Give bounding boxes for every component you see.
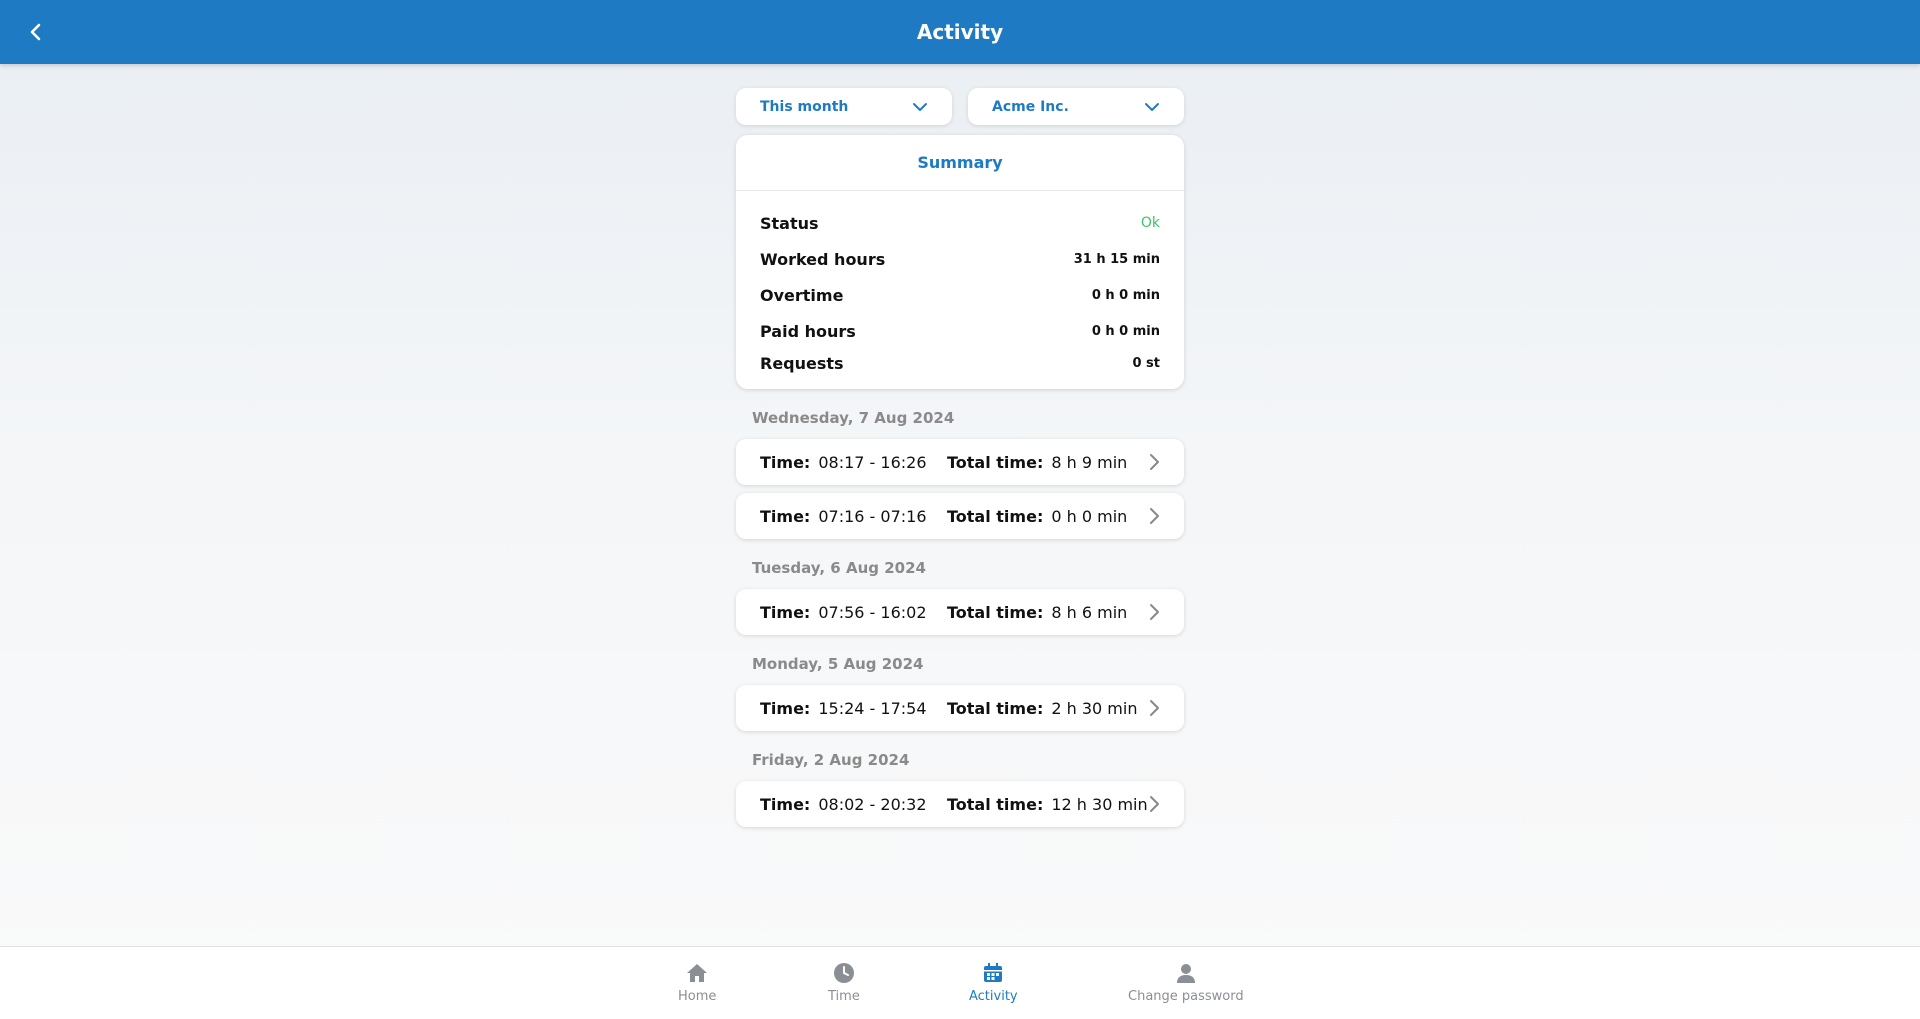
status-value: Ok xyxy=(1140,215,1160,231)
back-button[interactable] xyxy=(20,16,52,48)
time-range: 07:56 - 16:02 xyxy=(818,602,927,622)
total-time-value: 0 h 0 min xyxy=(1051,506,1128,526)
chevron-down-icon xyxy=(1145,102,1159,111)
day-heading: Tuesday, 6 Aug 2024 xyxy=(752,559,926,577)
period-select-value: This month xyxy=(760,98,849,115)
summary-value: 31 h 15 min xyxy=(1073,251,1160,267)
time-entry[interactable]: Time: 07:16 - 07:16 Total time: 0 h 0 min xyxy=(736,493,1184,539)
period-select[interactable]: This month xyxy=(736,88,952,125)
summary-value: 0 h 0 min xyxy=(1091,287,1160,303)
nav-label: Activity xyxy=(969,989,1018,1004)
total-time-label: Total time: xyxy=(947,452,1044,472)
total-time-value: 2 h 30 min xyxy=(1051,698,1138,718)
calendar-icon xyxy=(984,963,1003,982)
company-select[interactable]: Acme Inc. xyxy=(968,88,1184,125)
chevron-right-icon xyxy=(1150,454,1159,470)
time-range: 15:24 - 17:54 xyxy=(818,698,927,718)
nav-label: Home xyxy=(678,989,717,1004)
bottom-nav: Home Time Activity Change password xyxy=(0,946,1920,1019)
time-label: Time: xyxy=(760,794,811,814)
total-time-value: 8 h 6 min xyxy=(1051,602,1128,622)
time-entry[interactable]: Time: 07:56 - 16:02 Total time: 8 h 6 min xyxy=(736,589,1184,635)
summary-row-status: Status Ok xyxy=(760,205,1160,241)
time-label: Time: xyxy=(760,602,811,622)
time-entry[interactable]: Time: 08:17 - 16:26 Total time: 8 h 9 min xyxy=(736,439,1184,485)
total-time-label: Total time: xyxy=(947,602,1044,622)
time-entry[interactable]: Time: 15:24 - 17:54 Total time: 2 h 30 min xyxy=(736,685,1184,731)
total-time-label: Total time: xyxy=(947,794,1044,814)
summary-row-worked-hours: Worked hours 31 h 15 min xyxy=(760,241,1160,277)
home-icon xyxy=(687,964,708,982)
summary-title: Summary xyxy=(917,153,1003,172)
summary-label: Worked hours xyxy=(760,249,886,269)
user-icon xyxy=(1176,964,1195,983)
time-label: Time: xyxy=(760,506,811,526)
summary-row-overtime: Overtime 0 h 0 min xyxy=(760,277,1160,313)
time-label: Time: xyxy=(760,452,811,472)
summary-body: Status Ok Worked hours 31 h 15 min Overt… xyxy=(736,191,1184,389)
summary-card: Summary Status Ok Worked hours 31 h 15 m… xyxy=(736,135,1184,389)
app-header: Activity xyxy=(0,0,1920,64)
day-heading: Monday, 5 Aug 2024 xyxy=(752,655,924,673)
nav-change-password[interactable]: Change password xyxy=(1128,961,1244,1004)
summary-row-requests: Requests 0 st xyxy=(760,349,1160,377)
chevron-right-icon xyxy=(1150,700,1159,716)
day-heading: Friday, 2 Aug 2024 xyxy=(752,751,910,769)
nav-label: Time xyxy=(828,989,860,1004)
summary-header: Summary xyxy=(736,135,1184,191)
filters: This month Acme Inc. xyxy=(736,88,1184,125)
chevron-right-icon xyxy=(1150,796,1159,812)
chevron-down-icon xyxy=(913,102,927,111)
summary-label: Requests xyxy=(760,353,844,373)
chevron-right-icon xyxy=(1150,508,1159,524)
clock-icon xyxy=(833,963,854,983)
chevron-right-icon xyxy=(1150,604,1159,620)
time-entry[interactable]: Time: 08:02 - 20:32 Total time: 12 h 30 mi… xyxy=(736,781,1184,827)
summary-label: Status xyxy=(760,213,819,233)
activity-content: This month Acme Inc. Summary Status Ok W… xyxy=(736,88,1184,835)
summary-label: Overtime xyxy=(760,285,844,305)
nav-activity[interactable]: Activity xyxy=(969,961,1018,1004)
time-range: 07:16 - 07:16 xyxy=(818,506,927,526)
time-range: 08:02 - 20:32 xyxy=(818,794,927,814)
chevron-left-icon xyxy=(30,23,41,41)
summary-value: 0 h 0 min xyxy=(1091,323,1160,339)
total-time-value: 12 h 30 min xyxy=(1051,794,1148,814)
page-title: Activity xyxy=(916,20,1004,44)
summary-label: Paid hours xyxy=(760,321,856,341)
time-label: Time: xyxy=(760,698,811,718)
company-select-value: Acme Inc. xyxy=(992,98,1069,115)
nav-label: Change password xyxy=(1128,989,1244,1004)
nav-home[interactable]: Home xyxy=(678,961,716,1004)
total-time-value: 8 h 9 min xyxy=(1051,452,1128,472)
summary-value: 0 st xyxy=(1132,355,1160,371)
nav-time[interactable]: Time xyxy=(828,961,860,1004)
total-time-label: Total time: xyxy=(947,506,1044,526)
time-range: 08:17 - 16:26 xyxy=(818,452,927,472)
summary-row-paid-hours: Paid hours 0 h 0 min xyxy=(760,313,1160,349)
day-heading: Wednesday, 7 Aug 2024 xyxy=(752,409,955,427)
total-time-label: Total time: xyxy=(947,698,1044,718)
